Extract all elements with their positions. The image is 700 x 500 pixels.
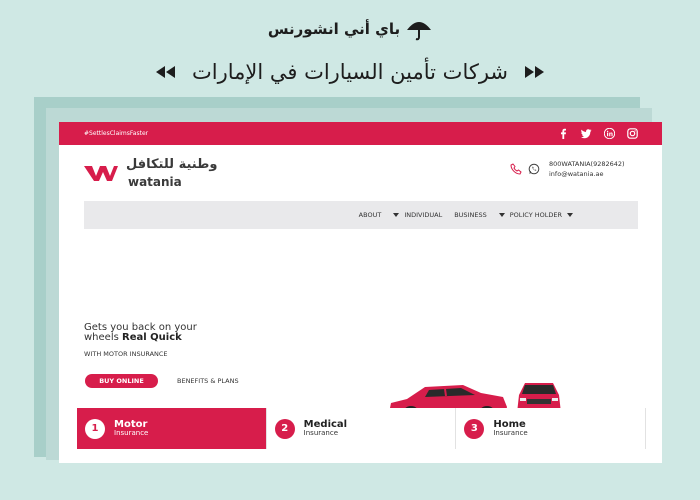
social-links <box>558 128 638 139</box>
brand-name: باي أني انشورنس <box>267 20 401 38</box>
headline-text: شركات تأمين السيارات في الإمارات <box>191 60 509 84</box>
umbrella-logo-icon <box>407 22 432 41</box>
logo-arabic-text: وطنية للتكافل <box>126 157 218 172</box>
contact-lines: 800WATANIA(9282642) info@watania.ae <box>549 160 625 178</box>
linkedin-icon[interactable] <box>604 128 615 139</box>
insurance-tabs: 1 Motor Insurance 2 Medical Insurance 3 … <box>77 408 647 449</box>
double-right-arrow-icon <box>525 66 545 78</box>
hero-section: Gets you back on your wheels Real Quick … <box>59 229 662 424</box>
tab-texts: Medical Insurance <box>304 419 347 438</box>
site-header: وطنية للتكافل watania 800WATANIA(9282642… <box>59 145 662 201</box>
email-address[interactable]: info@watania.ae <box>549 170 625 178</box>
instagram-icon[interactable] <box>627 128 638 139</box>
hero-line2-bold: Real Quick <box>122 332 182 343</box>
watania-logo-icon[interactable] <box>84 164 118 182</box>
hero-headline-line2: wheels Real Quick <box>84 332 182 343</box>
tab-subtitle: Insurance <box>303 429 339 438</box>
tab-number: 2 <box>274 418 295 439</box>
tab-subtitle: Insurance <box>114 429 149 438</box>
benefits-plans-link[interactable]: BENEFITS & PLANS <box>177 377 239 385</box>
nav-item-business[interactable]: BUSINESS <box>454 211 486 219</box>
double-left-arrow-icon <box>155 66 175 78</box>
facebook-icon[interactable] <box>558 128 569 139</box>
phone-icon[interactable] <box>510 163 522 175</box>
main-nav: ABOUT INDIVIDUAL BUSINESS POLICY HOLDER <box>84 201 638 229</box>
brand-header: باي أني انشورنس <box>0 14 700 44</box>
contact-block: 800WATANIA(9282642) info@watania.ae <box>510 160 625 178</box>
hashtag-text[interactable]: #SettlesClaimsFaster <box>84 130 148 137</box>
tab-motor[interactable]: 1 Motor Insurance <box>77 408 267 449</box>
tab-number: 3 <box>464 418 485 439</box>
nav-item-individual[interactable]: INDIVIDUAL <box>393 211 442 219</box>
caret-down-icon <box>567 213 573 217</box>
tab-medical[interactable]: 2 Medical Insurance <box>266 408 457 449</box>
twitter-icon[interactable] <box>581 128 592 139</box>
nav-item-label: BUSINESS <box>454 211 487 219</box>
phone-number[interactable]: 800WATANIA(9282642) <box>549 160 625 168</box>
hero-line2-prefix: wheels <box>84 332 122 343</box>
tab-texts: Home Insurance <box>493 419 527 438</box>
buy-online-button[interactable]: BUY ONLINE <box>85 374 158 388</box>
caret-down-icon <box>498 213 505 217</box>
tab-subtitle: Insurance <box>493 429 528 438</box>
logo-latin-text: watania <box>128 175 182 189</box>
tab-home[interactable]: 3 Home Insurance <box>456 408 647 449</box>
caret-down-icon <box>393 213 400 217</box>
nav-item-about[interactable]: ABOUT <box>359 211 382 219</box>
nav-item-label: INDIVIDUAL <box>404 211 443 219</box>
hero-subline: WITH MOTOR INSURANCE <box>84 350 168 358</box>
top-bar: #SettlesClaimsFaster <box>59 122 662 145</box>
tab-number: 1 <box>85 418 105 439</box>
nav-item-label: ABOUT <box>358 211 382 219</box>
page-headline: شركات تأمين السيارات في الإمارات <box>0 56 700 88</box>
nav-item-policy-holder[interactable]: POLICY HOLDER <box>498 211 573 219</box>
tab-texts: Motor Insurance <box>114 419 148 438</box>
whatsapp-icon[interactable] <box>528 163 540 175</box>
nav-item-label: POLICY HOLDER <box>509 211 562 219</box>
